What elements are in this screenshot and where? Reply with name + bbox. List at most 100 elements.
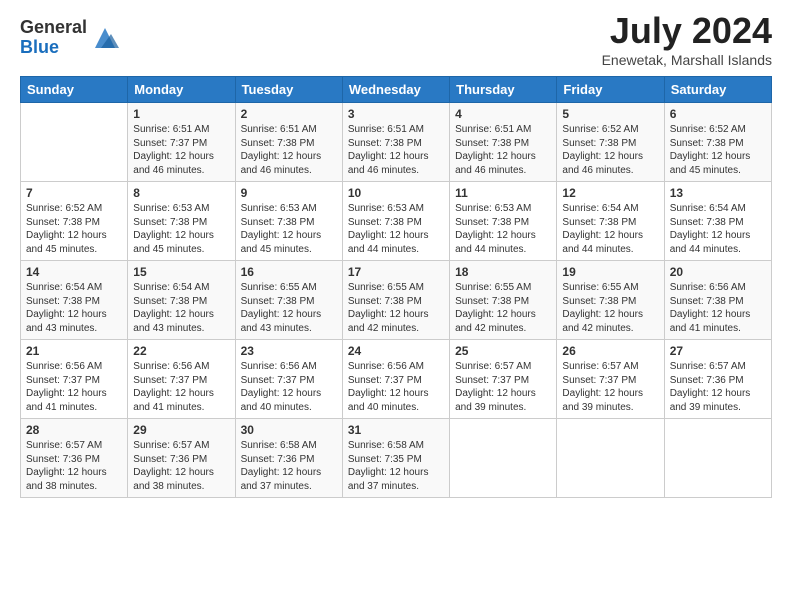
day-number: 21 — [26, 344, 122, 358]
day-number: 7 — [26, 186, 122, 200]
day-number: 2 — [241, 107, 337, 121]
calendar-cell: 1 Sunrise: 6:51 AM Sunset: 7:37 PM Daylig… — [128, 103, 235, 182]
calendar-cell — [557, 419, 664, 498]
day-info: Sunrise: 6:54 AM Sunset: 7:38 PM Dayligh… — [26, 281, 122, 335]
calendar-cell: 11 Sunrise: 6:53 AM Sunset: 7:38 PM Dayli… — [450, 182, 557, 261]
calendar-cell: 16 Sunrise: 6:55 AM Sunset: 7:38 PM Dayli… — [235, 261, 342, 340]
day-number: 8 — [133, 186, 229, 200]
day-info: Sunrise: 6:57 AM Sunset: 7:36 PM Dayligh… — [670, 360, 766, 414]
day-info: Sunrise: 6:56 AM Sunset: 7:37 PM Dayligh… — [26, 360, 122, 414]
calendar-cell: 19 Sunrise: 6:55 AM Sunset: 7:38 PM Dayli… — [557, 261, 664, 340]
day-number: 10 — [348, 186, 444, 200]
day-number: 16 — [241, 265, 337, 279]
calendar-cell: 29 Sunrise: 6:57 AM Sunset: 7:36 PM Dayli… — [128, 419, 235, 498]
week-row-1: 1 Sunrise: 6:51 AM Sunset: 7:37 PM Daylig… — [21, 103, 772, 182]
calendar-cell: 22 Sunrise: 6:56 AM Sunset: 7:37 PM Dayli… — [128, 340, 235, 419]
day-number: 1 — [133, 107, 229, 121]
calendar-cell: 28 Sunrise: 6:57 AM Sunset: 7:36 PM Dayli… — [21, 419, 128, 498]
calendar-cell: 14 Sunrise: 6:54 AM Sunset: 7:38 PM Dayli… — [21, 261, 128, 340]
calendar-cell — [664, 419, 771, 498]
calendar-cell: 2 Sunrise: 6:51 AM Sunset: 7:38 PM Daylig… — [235, 103, 342, 182]
day-info: Sunrise: 6:55 AM Sunset: 7:38 PM Dayligh… — [455, 281, 551, 335]
logo: General Blue — [20, 18, 119, 58]
day-info: Sunrise: 6:56 AM Sunset: 7:37 PM Dayligh… — [133, 360, 229, 414]
day-info: Sunrise: 6:55 AM Sunset: 7:38 PM Dayligh… — [348, 281, 444, 335]
weekday-header-saturday: Saturday — [664, 77, 771, 103]
weekday-header-sunday: Sunday — [21, 77, 128, 103]
day-number: 9 — [241, 186, 337, 200]
calendar-cell — [450, 419, 557, 498]
day-number: 17 — [348, 265, 444, 279]
calendar-cell: 18Sunrise: 6:55 AM Sunset: 7:38 PM Dayli… — [450, 261, 557, 340]
day-number: 22 — [133, 344, 229, 358]
week-row-4: 21 Sunrise: 6:56 AM Sunset: 7:37 PM Dayli… — [21, 340, 772, 419]
page-header: General Blue July 2024 Enewetak, Marshal… — [20, 10, 772, 68]
day-number: 20 — [670, 265, 766, 279]
day-number: 11 — [455, 186, 551, 200]
calendar-cell: 24 Sunrise: 6:56 AM Sunset: 7:37 PM Dayli… — [342, 340, 449, 419]
day-number: 29 — [133, 423, 229, 437]
day-info: Sunrise: 6:53 AM Sunset: 7:38 PM Dayligh… — [348, 202, 444, 256]
day-info: Sunrise: 6:56 AM Sunset: 7:38 PM Dayligh… — [670, 281, 766, 335]
day-info: Sunrise: 6:55 AM Sunset: 7:38 PM Dayligh… — [241, 281, 337, 335]
day-number: 13 — [670, 186, 766, 200]
calendar-cell: 23 Sunrise: 6:56 AM Sunset: 7:37 PM Dayli… — [235, 340, 342, 419]
week-row-3: 14 Sunrise: 6:54 AM Sunset: 7:38 PM Dayli… — [21, 261, 772, 340]
calendar-cell: 5Sunrise: 6:52 AM Sunset: 7:38 PM Daylig… — [557, 103, 664, 182]
weekday-header-tuesday: Tuesday — [235, 77, 342, 103]
week-row-5: 28 Sunrise: 6:57 AM Sunset: 7:36 PM Dayli… — [21, 419, 772, 498]
day-info: Sunrise: 6:57 AM Sunset: 7:36 PM Dayligh… — [133, 439, 229, 493]
calendar-cell: 12Sunrise: 6:54 AM Sunset: 7:38 PM Dayli… — [557, 182, 664, 261]
day-info: Sunrise: 6:54 AM Sunset: 7:38 PM Dayligh… — [133, 281, 229, 335]
day-number: 25 — [455, 344, 551, 358]
day-info: Sunrise: 6:55 AM Sunset: 7:38 PM Dayligh… — [562, 281, 658, 335]
day-number: 5 — [562, 107, 658, 121]
day-info: Sunrise: 6:57 AM Sunset: 7:36 PM Dayligh… — [26, 439, 122, 493]
day-info: Sunrise: 6:56 AM Sunset: 7:37 PM Dayligh… — [241, 360, 337, 414]
weekday-header-wednesday: Wednesday — [342, 77, 449, 103]
day-number: 23 — [241, 344, 337, 358]
day-info: Sunrise: 6:51 AM Sunset: 7:38 PM Dayligh… — [241, 123, 337, 177]
calendar-cell: 13 Sunrise: 6:54 AM Sunset: 7:38 PM Dayli… — [664, 182, 771, 261]
day-info: Sunrise: 6:51 AM Sunset: 7:38 PM Dayligh… — [348, 123, 444, 177]
day-number: 31 — [348, 423, 444, 437]
title-block: July 2024 Enewetak, Marshall Islands — [602, 10, 772, 68]
calendar-cell: 27 Sunrise: 6:57 AM Sunset: 7:36 PM Dayli… — [664, 340, 771, 419]
logo-general-text: General — [20, 18, 87, 38]
day-info: Sunrise: 6:57 AM Sunset: 7:37 PM Dayligh… — [562, 360, 658, 414]
day-number: 26 — [562, 344, 658, 358]
day-info: Sunrise: 6:51 AM Sunset: 7:38 PM Dayligh… — [455, 123, 551, 177]
day-number: 14 — [26, 265, 122, 279]
day-info: Sunrise: 6:54 AM Sunset: 7:38 PM Dayligh… — [670, 202, 766, 256]
logo-blue-text: Blue — [20, 38, 87, 58]
weekday-header-thursday: Thursday — [450, 77, 557, 103]
calendar-cell: 15Sunrise: 6:54 AM Sunset: 7:38 PM Dayli… — [128, 261, 235, 340]
day-info: Sunrise: 6:53 AM Sunset: 7:38 PM Dayligh… — [133, 202, 229, 256]
location: Enewetak, Marshall Islands — [602, 52, 772, 68]
calendar-cell: 26 Sunrise: 6:57 AM Sunset: 7:37 PM Dayli… — [557, 340, 664, 419]
day-number: 28 — [26, 423, 122, 437]
month-year: July 2024 — [602, 10, 772, 52]
day-info: Sunrise: 6:51 AM Sunset: 7:37 PM Dayligh… — [133, 123, 229, 177]
weekday-header-monday: Monday — [128, 77, 235, 103]
day-info: Sunrise: 6:53 AM Sunset: 7:38 PM Dayligh… — [455, 202, 551, 256]
week-row-2: 7 Sunrise: 6:52 AM Sunset: 7:38 PM Daylig… — [21, 182, 772, 261]
calendar-cell: 8 Sunrise: 6:53 AM Sunset: 7:38 PM Daylig… — [128, 182, 235, 261]
calendar-cell: 20 Sunrise: 6:56 AM Sunset: 7:38 PM Dayli… — [664, 261, 771, 340]
calendar-cell: 9 Sunrise: 6:53 AM Sunset: 7:38 PM Daylig… — [235, 182, 342, 261]
day-number: 4 — [455, 107, 551, 121]
day-number: 19 — [562, 265, 658, 279]
day-info: Sunrise: 6:54 AM Sunset: 7:38 PM Dayligh… — [562, 202, 658, 256]
day-number: 27 — [670, 344, 766, 358]
day-number: 24 — [348, 344, 444, 358]
day-number: 30 — [241, 423, 337, 437]
calendar-cell: 30Sunrise: 6:58 AM Sunset: 7:36 PM Dayli… — [235, 419, 342, 498]
calendar-cell — [21, 103, 128, 182]
calendar-cell: 6Sunrise: 6:52 AM Sunset: 7:38 PM Daylig… — [664, 103, 771, 182]
weekday-header-row: SundayMondayTuesdayWednesdayThursdayFrid… — [21, 77, 772, 103]
day-info: Sunrise: 6:57 AM Sunset: 7:37 PM Dayligh… — [455, 360, 551, 414]
calendar-table: SundayMondayTuesdayWednesdayThursdayFrid… — [20, 76, 772, 498]
day-info: Sunrise: 6:52 AM Sunset: 7:38 PM Dayligh… — [26, 202, 122, 256]
day-info: Sunrise: 6:56 AM Sunset: 7:37 PM Dayligh… — [348, 360, 444, 414]
day-info: Sunrise: 6:53 AM Sunset: 7:38 PM Dayligh… — [241, 202, 337, 256]
